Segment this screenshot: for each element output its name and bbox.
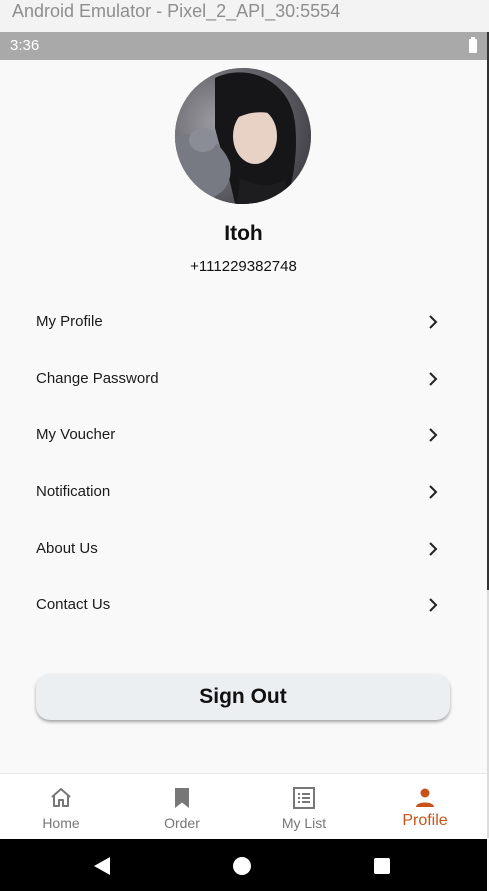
menu-item-my-voucher[interactable]: My Voucher — [0, 415, 487, 455]
chevron-right-icon — [429, 428, 438, 442]
menu-item-label: My Voucher — [36, 426, 116, 443]
avatar-photo — [175, 68, 311, 204]
nav-item-my-list[interactable]: My List — [243, 774, 365, 840]
chevron-right-icon — [429, 598, 438, 612]
battery-icon — [469, 37, 477, 53]
nav-item-profile[interactable]: Profile — [364, 774, 486, 840]
avatar[interactable] — [175, 68, 311, 204]
nav-label: Home — [42, 815, 80, 831]
menu-item-label: About Us — [36, 540, 98, 557]
menu-item-label: Change Password — [36, 370, 159, 387]
menu-item-label: My Profile — [36, 313, 103, 330]
menu-item-label: Notification — [36, 483, 111, 500]
nav-label: Profile — [402, 812, 448, 829]
menu-item-notification[interactable]: Notification — [0, 472, 487, 512]
bottom-navigation: Home Order My List Profile — [0, 773, 487, 840]
chevron-right-icon — [429, 485, 438, 499]
back-icon[interactable] — [92, 856, 112, 876]
chevron-right-icon — [429, 542, 438, 556]
menu-item-contact-us[interactable]: Contact Us — [0, 585, 487, 625]
nav-item-order[interactable]: Order — [121, 774, 243, 840]
profile-screen: Itoh +111229382748 My Profile Change Pas… — [0, 60, 487, 773]
nav-label: Order — [164, 815, 200, 831]
home-icon — [51, 788, 71, 807]
status-bar: 3:36 — [0, 32, 487, 60]
nav-label: My List — [281, 815, 327, 831]
menu-item-label: Contact Us — [36, 596, 111, 613]
chevron-right-icon — [429, 315, 438, 329]
menu-item-my-profile[interactable]: My Profile — [0, 302, 487, 342]
status-time: 3:36 — [10, 37, 40, 54]
profile-phone: +111229382748 — [190, 258, 297, 275]
recent-apps-icon[interactable] — [374, 858, 390, 874]
menu-item-change-password[interactable]: Change Password — [0, 359, 487, 399]
system-navigation-bar — [0, 839, 487, 891]
nav-item-home[interactable]: Home — [0, 774, 122, 840]
menu-item-about-us[interactable]: About Us — [0, 529, 487, 569]
bookmark-icon — [175, 788, 189, 808]
home-button-icon[interactable] — [233, 857, 251, 875]
chevron-right-icon — [429, 372, 438, 386]
person-icon — [416, 788, 434, 807]
sign-out-button[interactable]: Sign Out — [36, 674, 450, 720]
window-title: Android Emulator - Pixel_2_API_30:5554 — [0, 0, 489, 32]
profile-name: Itoh — [224, 222, 263, 245]
list-icon — [293, 787, 315, 809]
